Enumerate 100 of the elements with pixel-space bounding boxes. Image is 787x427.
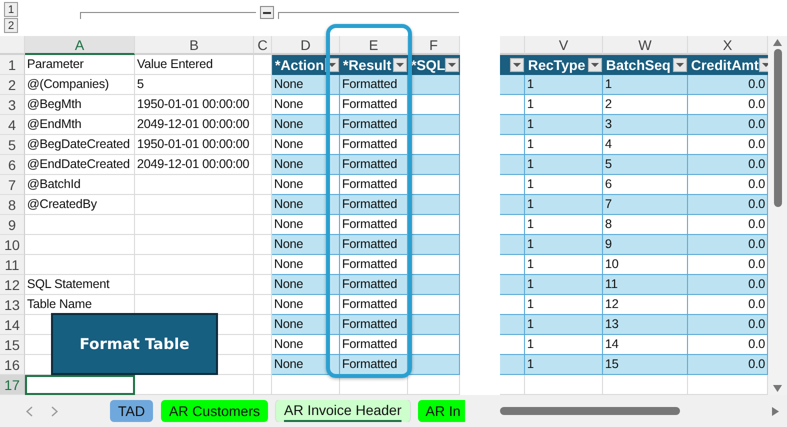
outline-level-button[interactable]: 1 — [4, 2, 18, 17]
filter-button[interactable] — [673, 58, 687, 72]
table-cell: None — [272, 95, 340, 115]
table-cell: 3 — [603, 115, 688, 135]
table-header: BatchSeq — [603, 55, 688, 75]
table-cell: Formatted — [340, 75, 408, 95]
row-header[interactable]: 4 — [0, 115, 25, 135]
sheet-tab[interactable]: TAD — [110, 400, 153, 422]
row-header[interactable]: 9 — [0, 215, 25, 235]
table-cell: 1950-01-01 00:00:00 — [135, 95, 254, 115]
table-cell: 1 — [525, 215, 603, 235]
sheet-tab[interactable]: AR In — [418, 400, 465, 422]
row-header[interactable]: 1 — [0, 55, 25, 75]
table-cell: None — [272, 175, 340, 195]
table-cell — [272, 375, 340, 395]
table-cell: 1 — [603, 75, 688, 95]
table-cell — [500, 295, 525, 315]
table-cell: 0.0 — [688, 95, 768, 115]
table-cell — [254, 215, 272, 235]
table-cell — [254, 295, 272, 315]
table-cell — [500, 215, 525, 235]
column-header[interactable]: C — [254, 36, 272, 55]
row-header[interactable]: 14 — [0, 315, 25, 335]
table-cell: None — [272, 135, 340, 155]
filter-button[interactable] — [510, 58, 524, 72]
scroll-up-icon[interactable] — [773, 39, 782, 46]
row-header[interactable]: 5 — [0, 135, 25, 155]
row-header[interactable]: 7 — [0, 175, 25, 195]
vertical-scrollbar[interactable] — [768, 36, 787, 395]
table-cell: @CreatedBy — [25, 195, 135, 215]
table-cell: None — [272, 355, 340, 375]
row-header[interactable]: 2 — [0, 75, 25, 95]
table-cell — [254, 95, 272, 115]
column-header[interactable]: W — [603, 36, 688, 55]
table-cell — [408, 355, 460, 375]
row-header[interactable]: 6 — [0, 155, 25, 175]
table-cell: 2 — [603, 95, 688, 115]
column-header[interactable]: V — [525, 36, 603, 55]
filter-button[interactable] — [588, 58, 602, 72]
table-cell: Formatted — [340, 195, 408, 215]
table-cell: 1 — [525, 115, 603, 135]
column-header[interactable]: X — [688, 36, 768, 55]
filter-button[interactable] — [445, 58, 460, 72]
table-cell: SQL Statement — [25, 275, 135, 295]
table-cell — [500, 155, 525, 175]
table-cell — [254, 315, 272, 335]
filter-button[interactable] — [393, 58, 407, 72]
collapse-button[interactable] — [260, 6, 274, 19]
format-table-button[interactable]: Format Table — [51, 313, 218, 375]
row-header[interactable]: 17 — [0, 375, 25, 395]
table-cell — [254, 375, 272, 395]
table-cell: 0.0 — [688, 135, 768, 155]
next-sheet-icon[interactable] — [51, 406, 58, 416]
column-header[interactable]: D — [272, 36, 340, 55]
row-header[interactable]: 12 — [0, 275, 25, 295]
table-cell: 1 — [525, 75, 603, 95]
table-cell — [254, 335, 272, 355]
table-cell: 10 — [603, 255, 688, 275]
row-header[interactable]: 3 — [0, 95, 25, 115]
row-header[interactable]: 8 — [0, 195, 25, 215]
scroll-thumb[interactable] — [500, 407, 680, 415]
table-cell — [500, 375, 525, 395]
table-cell: 0.0 — [688, 215, 768, 235]
table-cell: @(Companies) — [25, 75, 135, 95]
row-header[interactable]: 11 — [0, 255, 25, 275]
sheet-tab[interactable]: AR Invoice Header — [276, 400, 410, 422]
table-cell: Formatted — [340, 115, 408, 135]
table-cell: None — [272, 155, 340, 175]
table-cell: None — [272, 275, 340, 295]
table-header: RecType — [525, 55, 603, 75]
table-header: *Action — [272, 55, 340, 75]
table-cell: 5 — [135, 75, 254, 95]
scroll-thumb[interactable] — [774, 49, 782, 207]
previous-sheet-icon[interactable] — [26, 406, 33, 416]
minus-icon — [263, 12, 271, 14]
row-header[interactable]: 16 — [0, 355, 25, 375]
row-header[interactable]: 15 — [0, 335, 25, 355]
table-cell: 1 — [525, 195, 603, 215]
outline-level-button[interactable]: 2 — [4, 18, 18, 33]
row-header[interactable]: 10 — [0, 235, 25, 255]
table-cell: 1 — [525, 335, 603, 355]
table-cell: 7 — [603, 195, 688, 215]
table-cell — [254, 255, 272, 275]
table-cell: Formatted — [340, 155, 408, 175]
table-cell: 1 — [525, 235, 603, 255]
table-cell — [408, 375, 460, 395]
table-cell: 5 — [603, 155, 688, 175]
table-cell — [500, 75, 525, 95]
scroll-right-icon[interactable] — [772, 406, 779, 416]
table-cell — [500, 175, 525, 195]
table-cell: None — [272, 315, 340, 335]
table-cell — [500, 95, 525, 115]
table-cell — [500, 335, 525, 355]
sheet-tab[interactable]: AR Customers — [160, 400, 268, 422]
column-header[interactable]: A — [25, 36, 135, 55]
column-header[interactable]: B — [135, 36, 254, 55]
row-header[interactable]: 13 — [0, 295, 25, 315]
table-cell: Formatted — [340, 275, 408, 295]
scroll-down-icon[interactable] — [773, 385, 782, 392]
table-cell: 0.0 — [688, 75, 768, 95]
